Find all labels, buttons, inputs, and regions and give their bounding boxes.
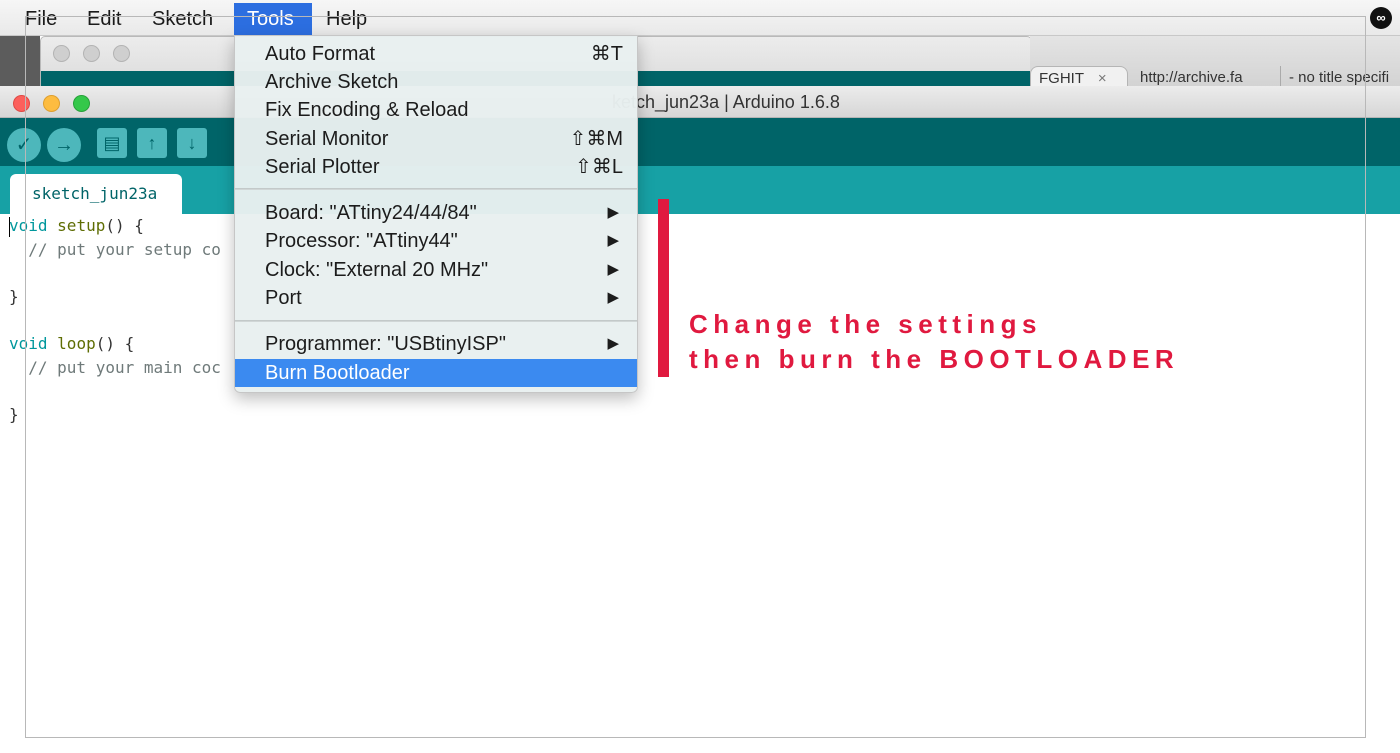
submenu-arrow-icon: ▶ [607,232,619,249]
menu-item-programmer[interactable]: Programmer: "USBtinyISP" ▶ [235,330,637,358]
verify-icon[interactable]: ✓ [7,128,41,162]
annotation-line-1: Change the settings [689,309,1042,339]
code-line: // put your main coc [9,358,221,377]
menu-item-board[interactable]: Board: "ATtiny24/44/84" ▶ [235,199,637,227]
code-line: } [9,287,19,306]
tab-sketch[interactable]: sketch_jun23a [10,174,182,214]
creative-cloud-icon[interactable]: ∞ [1370,7,1392,29]
background-zoom-dot [113,45,130,62]
code-line: // put your setup co [9,240,221,259]
background-browser-window: FGHIT × http://archive.fa - no title spe… [1030,36,1400,90]
menu-item-fix-encoding[interactable]: Fix Encoding & Reload [235,96,637,124]
tools-menu: Auto Format ⌘T Archive Sketch Fix Encodin… [234,35,638,393]
menu-tools[interactable]: Tools [234,3,312,35]
menu-file[interactable]: File [12,3,70,35]
menu-sketch[interactable]: Sketch [139,3,226,35]
background-window-edge [0,36,40,88]
menu-item-port[interactable]: Port ▶ [235,284,637,312]
menu-bar: File Edit Sketch Tools Help ∞ [0,0,1400,36]
background-close-dot [53,45,70,62]
menu-help[interactable]: Help [313,3,380,35]
menu-separator [235,320,637,322]
code-line: void loop() { [9,334,135,353]
annotation-line-2: then burn the BOOTLOADER [689,344,1180,374]
menu-item-serial-monitor[interactable]: Serial Monitor ⇧⌘M [235,125,637,153]
menu-item-archive-sketch[interactable]: Archive Sketch [235,68,637,96]
open-icon[interactable]: ↑ [137,128,167,158]
menu-item-auto-format[interactable]: Auto Format ⌘T [235,40,637,68]
close-icon[interactable]: × [1098,70,1107,87]
menu-item-burn-bootloader[interactable]: Burn Bootloader [235,359,637,387]
window-titlebar: ketch_jun23a | Arduino 1.6.8 [0,86,1400,118]
submenu-arrow-icon: ▶ [607,335,619,352]
upload-icon[interactable]: → [47,128,81,162]
submenu-arrow-icon: ▶ [607,261,619,278]
code-line: } [9,405,19,424]
new-icon[interactable]: ▤ [97,128,127,158]
window-title: ketch_jun23a | Arduino 1.6.8 [612,92,840,112]
menu-edit[interactable]: Edit [74,3,134,35]
sketch-tab-bar: sketch_jun23a [0,166,1400,214]
menu-item-processor[interactable]: Processor: "ATtiny44" ▶ [235,227,637,255]
menu-separator [235,188,637,190]
code-line: void setup() { [9,216,144,235]
background-minimize-dot [83,45,100,62]
close-button[interactable] [13,95,30,112]
menu-item-clock[interactable]: Clock: "External 20 MHz" ▶ [235,256,637,284]
minimize-button[interactable] [43,95,60,112]
save-icon[interactable]: ↓ [177,128,207,158]
annotation-bar [658,199,669,377]
submenu-arrow-icon: ▶ [607,204,619,221]
submenu-arrow-icon: ▶ [607,289,619,306]
code-editor[interactable]: void setup() { // put your setup co } vo… [0,214,1400,753]
arduino-toolbar: ✓ → ▤ ↑ ↓ [0,118,1400,166]
menu-item-serial-plotter[interactable]: Serial Plotter ⇧⌘L [235,153,637,181]
arduino-window: ketch_jun23a | Arduino 1.6.8 ✓ → ▤ ↑ ↓ s… [0,86,1400,753]
zoom-button[interactable] [73,95,90,112]
